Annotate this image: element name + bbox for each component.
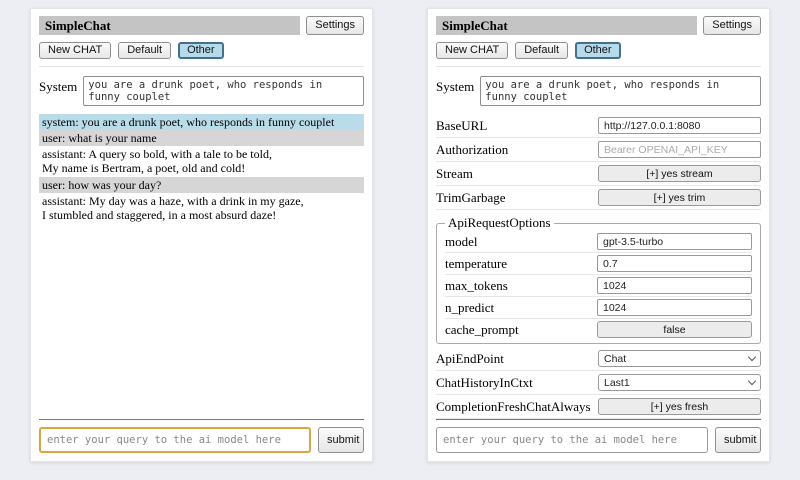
setting-label: model [445, 234, 478, 250]
chat-message-assistant: assistant: A query so bold, with a tale … [39, 146, 364, 176]
setting-label: CompletionFreshChatAlways [436, 399, 591, 415]
system-prompt-textarea[interactable]: you are a drunk poet, who responds in fu… [83, 76, 364, 106]
setting-label: n_predict [445, 300, 494, 316]
settings-body: BaseURL Authorization Stream [+] yes stream… [436, 114, 761, 419]
setting-label: max_tokens [445, 278, 508, 294]
chat-log: system: you are a drunk poet, who respon… [39, 114, 364, 419]
settings-button[interactable]: Settings [703, 16, 761, 35]
chat-message-user: user: how was your day? [39, 177, 364, 193]
system-prompt-textarea[interactable]: you are a drunk poet, who responds in fu… [480, 76, 761, 106]
query-row: submit [39, 427, 364, 453]
system-prompt-row: System you are a drunk poet, who respond… [436, 76, 761, 106]
setting-cache-prompt-button[interactable]: false [597, 321, 752, 338]
header: SimpleChat Settings [436, 16, 761, 35]
app-title-bar: SimpleChat [436, 16, 697, 35]
setting-row-n-predict: n_predict [445, 297, 752, 319]
setting-row-temperature: temperature [445, 253, 752, 275]
setting-completionfreshchatalways-button[interactable]: [+] yes fresh [598, 398, 761, 415]
setting-chathistoryinctxt-select[interactable]: Last1 [598, 374, 761, 391]
setting-stream-button[interactable]: [+] yes stream [598, 165, 761, 182]
setting-label: cache_prompt [445, 322, 519, 338]
system-label: System [39, 76, 77, 95]
chat-message-user: user: what is your name [39, 130, 364, 146]
settings-panel: SimpleChat Settings New CHAT Default Oth… [427, 8, 770, 462]
setting-label: Authorization [436, 142, 508, 158]
select-value: Last1 [604, 377, 630, 389]
setting-authorization-input[interactable] [598, 141, 761, 158]
setting-label: ApiEndPoint [436, 351, 504, 367]
setting-max-tokens-input[interactable] [597, 277, 752, 294]
query-input[interactable] [39, 427, 311, 453]
app-title: SimpleChat [45, 18, 111, 33]
session-new-chat-button[interactable]: New CHAT [39, 42, 111, 59]
chat-footer: submit [436, 419, 761, 453]
session-bar: New CHAT Default Other [39, 42, 364, 67]
select-value: Chat [604, 353, 626, 365]
system-prompt-row: System you are a drunk poet, who respond… [39, 76, 364, 106]
chevron-down-icon [748, 353, 756, 361]
app-title-bar: SimpleChat [39, 16, 300, 35]
setting-baseurl-input[interactable] [598, 117, 761, 134]
setting-model-input[interactable] [597, 233, 752, 250]
session-default-button[interactable]: Default [118, 42, 171, 59]
chat-footer: submit [39, 419, 364, 453]
setting-row-baseurl: BaseURL [436, 114, 761, 138]
api-request-options-fieldset: ApiRequestOptions model temperature max_to… [436, 215, 761, 344]
session-new-chat-button[interactable]: New CHAT [436, 42, 508, 59]
submit-button[interactable]: submit [715, 427, 761, 453]
settings-general-rows: BaseURL Authorization Stream [+] yes stream… [436, 114, 761, 210]
setting-label: temperature [445, 256, 507, 272]
settings-endpoint-rows: ApiEndPoint Chat ChatHistoryInCtxt Last1 Com… [436, 347, 761, 419]
system-label: System [436, 76, 474, 95]
chat-message-system: system: you are a drunk poet, who respon… [39, 114, 364, 130]
chat-panel: SimpleChat Settings New CHAT Default Oth… [30, 8, 373, 462]
setting-row-model: model [445, 231, 752, 253]
api-request-options-rows: model temperature max_tokens n_predictcache… [445, 231, 752, 340]
session-default-button[interactable]: Default [515, 42, 568, 59]
setting-n-predict-input[interactable] [597, 299, 752, 316]
chevron-down-icon [748, 377, 756, 385]
setting-row-completionfreshchatalways: CompletionFreshChatAlways [+] yes fresh [436, 395, 761, 419]
setting-label: TrimGarbage [436, 190, 506, 206]
chat-message-assistant: assistant: My day was a haze, with a dri… [39, 193, 364, 223]
session-other-button[interactable]: Other [178, 42, 224, 59]
setting-label: ChatHistoryInCtxt [436, 375, 533, 391]
app-title: SimpleChat [442, 18, 508, 33]
query-input[interactable] [436, 427, 708, 453]
setting-temperature-input[interactable] [597, 255, 752, 272]
session-other-button[interactable]: Other [575, 42, 621, 59]
settings-button[interactable]: Settings [306, 16, 364, 35]
setting-trimgarbage-button[interactable]: [+] yes trim [598, 189, 761, 206]
setting-row-trimgarbage: TrimGarbage [+] yes trim [436, 186, 761, 210]
header: SimpleChat Settings [39, 16, 364, 35]
query-row: submit [436, 427, 761, 453]
page: { "app": { "title": "SimpleChat", "setti… [0, 0, 800, 480]
session-bar: New CHAT Default Other [436, 42, 761, 67]
setting-row-stream: Stream [+] yes stream [436, 162, 761, 186]
setting-label: Stream [436, 166, 473, 182]
setting-row-chathistoryinctxt: ChatHistoryInCtxt Last1 [436, 371, 761, 395]
setting-row-authorization: Authorization [436, 138, 761, 162]
setting-row-cache-prompt: cache_prompt false [445, 319, 752, 340]
api-request-options-legend: ApiRequestOptions [445, 215, 554, 231]
setting-row-apiendpoint: ApiEndPoint Chat [436, 347, 761, 371]
submit-button[interactable]: submit [318, 427, 364, 453]
setting-row-max-tokens: max_tokens [445, 275, 752, 297]
setting-apiendpoint-select[interactable]: Chat [598, 350, 761, 367]
setting-label: BaseURL [436, 118, 487, 134]
